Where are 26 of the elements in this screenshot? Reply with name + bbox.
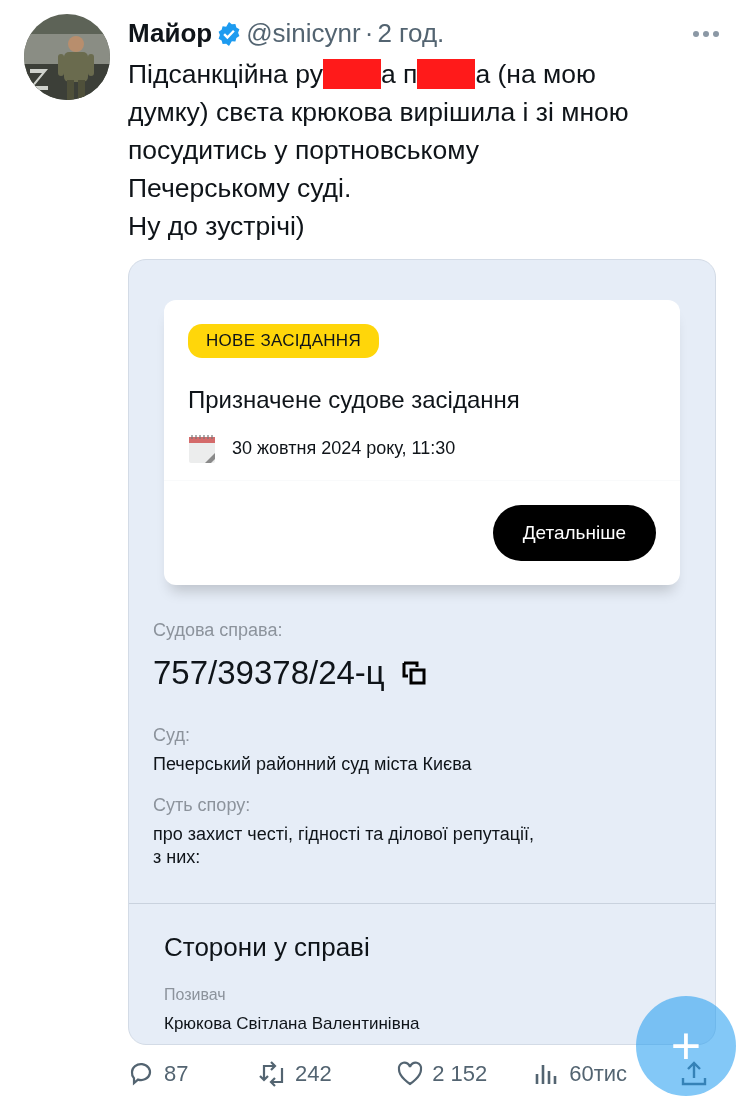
heart-icon[interactable] xyxy=(396,1059,425,1088)
separator-dot: · xyxy=(364,17,374,50)
hearing-date: 30 жовтня 2024 року, 11:30 xyxy=(232,437,456,460)
notice-title: Призначене судове засідання xyxy=(188,385,520,413)
action-count: 242 xyxy=(295,1060,332,1088)
calendar-icon xyxy=(188,433,216,464)
field-value: про захист честі, гідності та ділової репутації, з них: xyxy=(153,822,535,869)
field-value: Печерський районний суд міста Києва xyxy=(153,752,473,776)
post-text: Підсанкційна ру а п а (на мою думку) свєта крюкова вирішила і зі мною посудитись у портновському Печерському суді. Ну до зустрічі) xyxy=(128,58,630,243)
field-label: Судова справа: xyxy=(153,619,284,642)
user-handle[interactable]: @sinicynr xyxy=(246,14,361,53)
details-button[interactable]: Детальніше xyxy=(492,504,656,561)
copy-icon[interactable] xyxy=(400,659,427,686)
field-label: Суть спору: xyxy=(153,793,252,817)
field-label: Суд: xyxy=(153,723,191,747)
post-time[interactable]: 2 год. xyxy=(377,14,445,53)
status-tag: НОВЕ ЗАСІДАННЯ xyxy=(188,324,380,358)
action-count: 2 152 xyxy=(432,1060,488,1088)
more-icon[interactable] xyxy=(692,29,720,38)
author-name[interactable]: Майор xyxy=(128,14,213,53)
party-role: Позивач xyxy=(164,984,227,1005)
action-count: 87 xyxy=(164,1060,189,1088)
section-title: Сторони у справі xyxy=(164,931,370,962)
case-number: 757/39378/24-ц xyxy=(153,653,385,693)
party-name: Крюкова Світлана Валентинівна xyxy=(164,1012,421,1035)
action-count: 60тис xyxy=(569,1060,628,1088)
